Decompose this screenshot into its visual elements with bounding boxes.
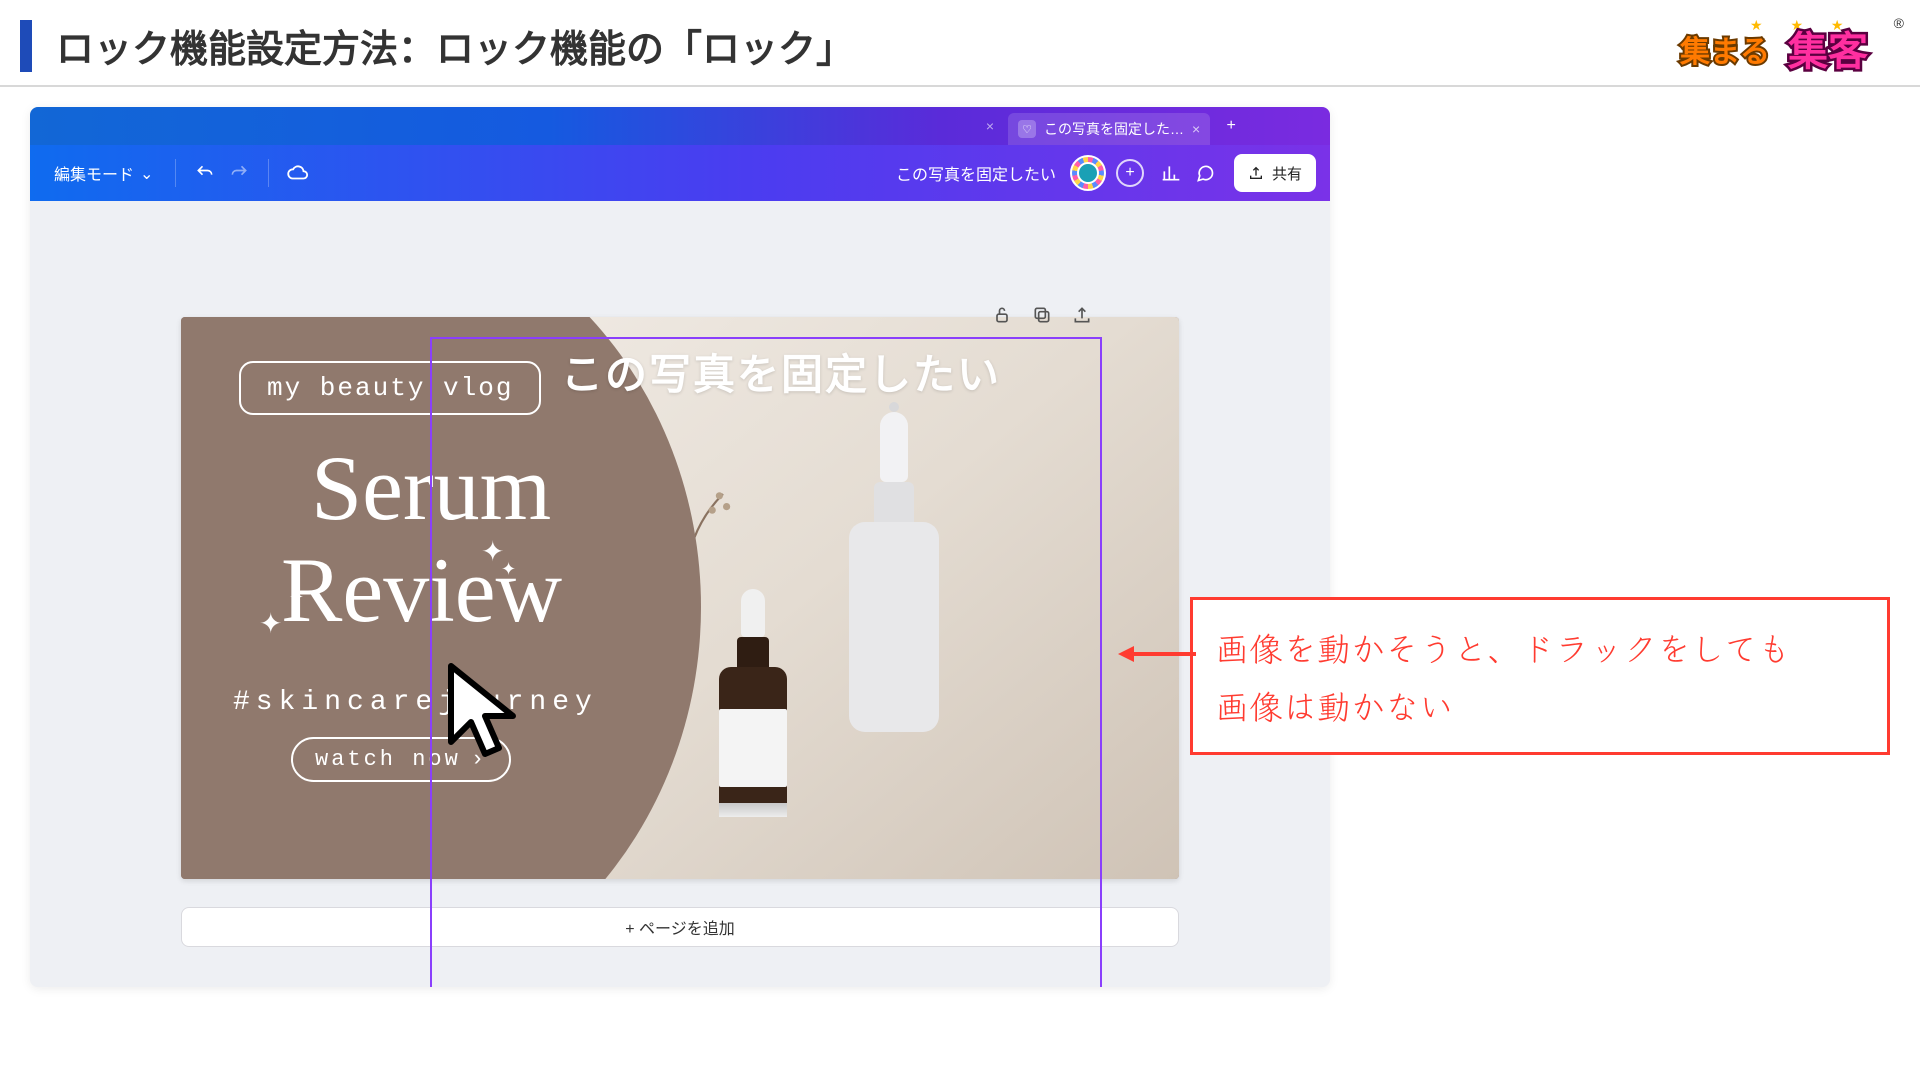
brand-word-1: 集まる [1680,27,1770,71]
brand-word-2: 集客 [1788,19,1868,77]
close-icon[interactable]: × [1192,121,1200,137]
canva-badge-icon[interactable] [1070,155,1106,191]
duplicate-icon[interactable] [1030,303,1054,327]
sparkle-icon: ✦ [501,559,516,580]
sparkle-icon: ✦ [289,587,304,608]
export-icon[interactable] [1070,303,1094,327]
slide-header: ロック機能設定方法：ロック機能の「ロック」 ★ ★ ★ 集まる 集客 ® [0,0,1920,87]
analytics-icon[interactable] [1154,156,1188,190]
design-canvas[interactable]: この写真を固定したい my beauty vlog Serum Review ✦… [181,317,1179,879]
add-page-button[interactable]: + ページを追加 [181,907,1179,947]
stage: × ♡ この写真を固定した… × + 編集モード ⌄ [0,87,1920,1007]
slide-title: ロック機能設定方法：ロック機能の「ロック」 [56,18,1680,73]
cursor-icon [445,662,525,762]
tab-strip: × ♡ この写真を固定した… × + [30,107,1330,145]
app-window: × ♡ この写真を固定した… × + 編集モード ⌄ [30,107,1330,987]
tab-label: この写真を固定した… [1044,119,1184,139]
script-line-1[interactable]: Serum [311,447,551,530]
brand-logo: ★ ★ ★ 集まる 集客 ® [1680,19,1890,73]
add-page-label: + ページを追加 [625,915,734,939]
annotation-box: 画像を動かそうと、ドラックをしても 画像は動かない [1190,597,1890,755]
toolbar-separator [268,159,269,187]
new-tab-button[interactable]: + [1218,113,1244,139]
annotation-line-2: 画像は動かない [1215,676,1865,734]
chevron-down-icon: ⌄ [140,164,153,184]
script-line-2[interactable]: Review [281,549,562,632]
watch-label: watch now [315,747,461,772]
annotation-arrow-icon [1118,639,1198,669]
bottle-tall [839,402,949,732]
share-button[interactable]: 共有 [1234,154,1316,192]
hashtag-text[interactable]: #skincarejourney [233,687,598,718]
accent-bar [20,20,32,72]
upload-icon [1248,165,1264,181]
active-tab[interactable]: ♡ この写真を固定した… × [1008,113,1210,145]
mode-label: 編集モード [54,161,134,185]
comment-icon[interactable] [1188,156,1222,190]
add-member-button[interactable]: + [1116,159,1144,187]
lock-icon[interactable] [990,303,1014,327]
cloud-sync-icon[interactable] [281,156,315,190]
share-label: 共有 [1272,163,1302,184]
registered-mark: ® [1894,15,1904,31]
toolbar-separator [175,159,176,187]
prev-tab-close-icon[interactable]: × [980,116,1000,136]
edit-mode-button[interactable]: 編集モード ⌄ [44,155,163,191]
document-title[interactable]: この写真を固定したい [896,161,1056,185]
sparkle-icon: ✦ [259,607,282,640]
redo-icon[interactable] [222,156,256,190]
annotation-line-1: 画像を動かそうと、ドラックをしても [1215,618,1865,676]
app-toolbar: 編集モード ⌄ この写真を固定したい + [30,145,1330,201]
vlog-pill[interactable]: my beauty vlog [239,361,541,415]
overlay-heading[interactable]: この写真を固定したい [561,341,1001,402]
canvas-area[interactable]: この写真を固定したい my beauty vlog Serum Review ✦… [30,201,1330,987]
heart-icon: ♡ [1018,120,1036,138]
undo-icon[interactable] [188,156,222,190]
